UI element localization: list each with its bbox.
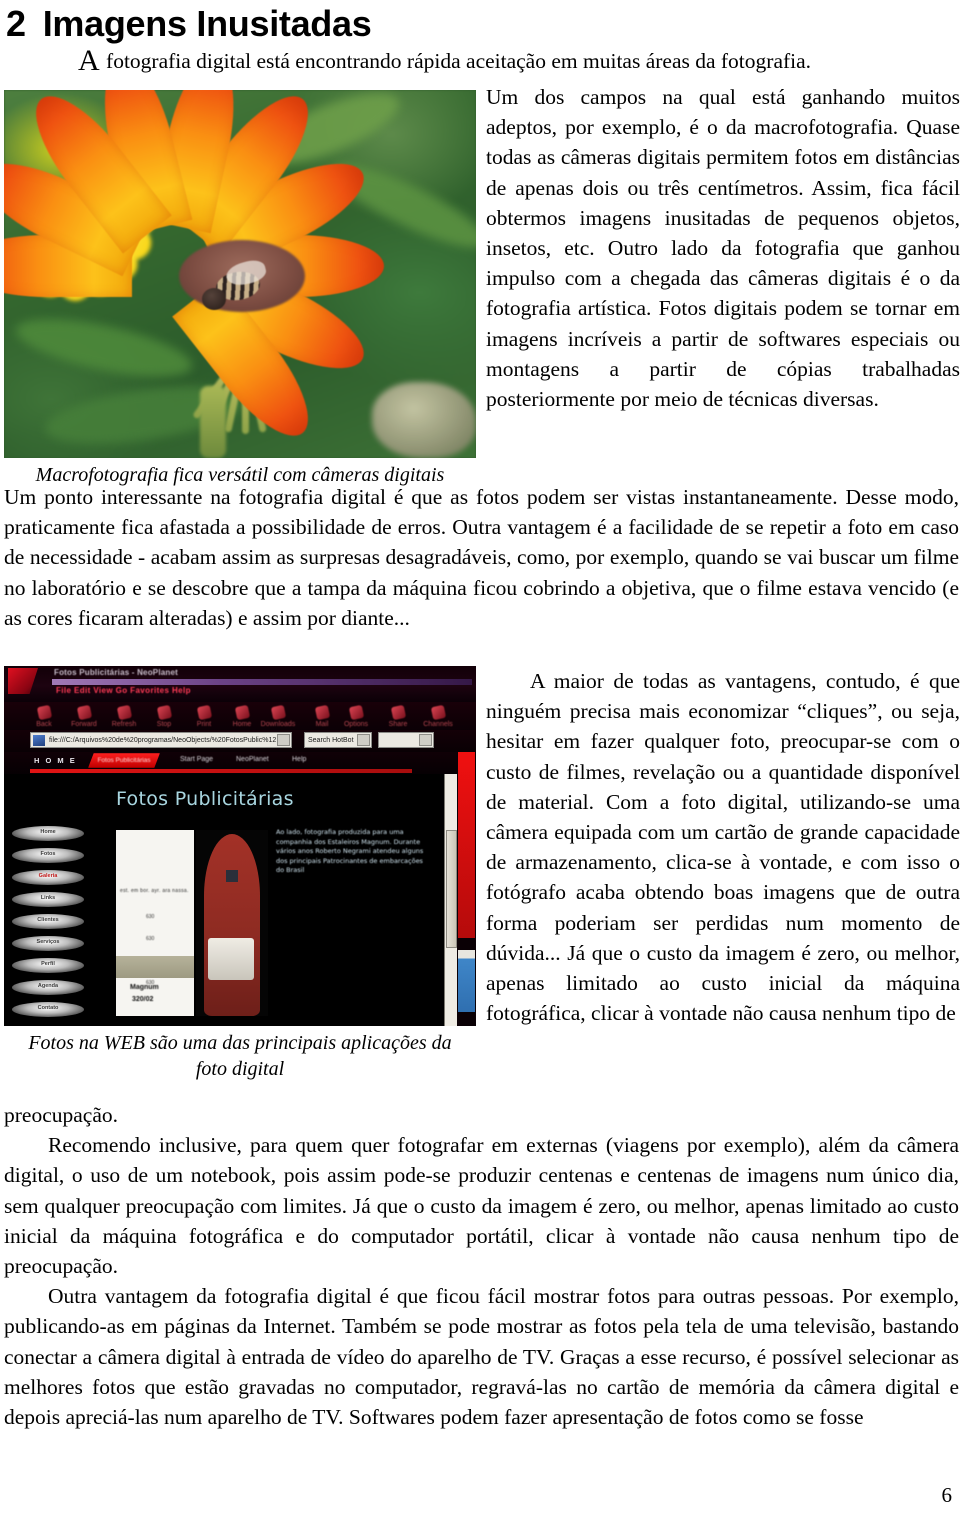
print-icon <box>196 704 212 721</box>
drop-cap: A <box>78 44 101 77</box>
photo-brand-label: Magnum <box>130 984 159 991</box>
flower-photo-image <box>4 90 476 458</box>
mail-icon <box>314 704 330 721</box>
side-panel-red-block <box>458 752 475 938</box>
browser-address-row: file:///C:/Arquivos%20de%20programas/Neo… <box>4 730 476 752</box>
toolbar-button-stop: Stop <box>142 704 186 728</box>
chevron-down-icon <box>277 734 290 746</box>
nav-pill: Agenda <box>12 980 84 995</box>
back-icon <box>36 704 52 721</box>
photo-tick: 630 <box>146 936 155 942</box>
photo-tick: 630 <box>146 914 155 920</box>
web-photo-right-boat <box>196 830 268 1016</box>
toolbar-button-channels: Channels <box>416 704 460 728</box>
figure-macrophotography: Macrofotografia fica versátil com câmera… <box>4 90 476 488</box>
tab-neoplanet: NeoPlanet <box>236 756 269 763</box>
paragraph-block-middle: Um ponto interessante na fotografia digi… <box>4 482 959 633</box>
scrollbar-thumb <box>446 830 457 948</box>
chevron-down-icon <box>419 734 432 746</box>
page-number: 6 <box>941 1483 953 1507</box>
nav-pill: Home <box>12 826 84 841</box>
nav-pill: Perfil <box>12 958 84 973</box>
web-page-side-text: Ao lado, fotografia produzida para uma c… <box>276 828 424 875</box>
toolbar-button-forward: Forward <box>62 704 106 728</box>
intro-paragraph: A fotografia digital está encontrando rá… <box>78 46 958 76</box>
home-label: H O M E <box>34 756 77 765</box>
paragraph: Outra vantagem da fotografia digital é q… <box>4 1284 959 1430</box>
boat-port-window <box>226 870 238 882</box>
browser-toolbar: Back Forward Refresh Stop Print Home Dow… <box>4 702 476 732</box>
column-text-mid-right: A maior de todas as vantagens, contudo, … <box>486 666 960 1028</box>
channels-icon <box>430 704 446 721</box>
tab-start-page: Start Page <box>180 756 214 763</box>
web-page-content: Fotos Publicitárias Home Fotos Galeria L… <box>4 774 444 1026</box>
title-rule <box>52 679 472 685</box>
web-photo-left: est. em bor. ayr. ara nassa. 630 630 821… <box>116 830 194 1016</box>
browser-side-panel <box>457 752 476 1026</box>
side-panel-blue-block <box>458 950 475 1012</box>
toolbar-button-options: Options <box>334 704 378 728</box>
figure-web-screenshot: Fotos Publicitárias - NeoPlanet File Edi… <box>4 666 476 1082</box>
figure-caption-web-line2: foto digital <box>195 1058 285 1080</box>
nav-pill: Links <box>12 892 84 907</box>
figure-caption-web: Fotos na WEB são uma das principais apli… <box>4 1026 476 1082</box>
neoplanet-logo-icon <box>8 668 38 694</box>
paragraph: Recomendo inclusive, para quem quer foto… <box>4 1133 959 1279</box>
address-bar-input: file:///C:/Arquivos%20de%20programas/Neo… <box>30 732 292 748</box>
photo-model-label: 320/02 <box>132 996 154 1003</box>
forward-icon <box>76 704 92 721</box>
intro-text: fotografia digital está encontrando rápi… <box>100 49 812 73</box>
nav-pill: Contato <box>12 1002 84 1017</box>
page-title: 2 Imagens Inusitadas <box>6 2 372 46</box>
paragraph: A maior de todas as vantagens, contudo, … <box>486 669 960 1026</box>
browser-tab-row: H O M E Fotos Publicitárias Start Page N… <box>4 752 476 774</box>
nav-pill-selected: Galeria <box>12 870 84 885</box>
paragraph: Um ponto interessante na fotografia digi… <box>4 485 959 630</box>
toolbar-button-downloads: Downloads <box>256 704 300 728</box>
web-page-heading: Fotos Publicitárias <box>116 788 294 810</box>
section-number: 2 <box>6 3 26 44</box>
toolbar-button-back: Back <box>22 704 66 728</box>
photo-left-text: est. em bor. ayr. ara nassa. <box>120 888 189 894</box>
home-icon <box>234 704 250 721</box>
nav-pill: Serviços <box>12 936 84 951</box>
paragraph-block-bottom: preocupação. Recomendo inclusive, para q… <box>4 1100 959 1432</box>
browser-menu-bar: File Edit View Go Favorites Help <box>56 686 191 695</box>
gear-icon <box>348 704 364 721</box>
document-page: 2 Imagens Inusitadas A fotografia digital… <box>0 0 960 1536</box>
paragraph-tail: preocupação. <box>4 1103 118 1127</box>
nav-pill: Clientes <box>12 914 84 929</box>
refresh-icon <box>116 704 132 721</box>
photo-band <box>116 956 194 978</box>
boat-deck-house <box>208 938 254 980</box>
browser-title-bar: Fotos Publicitárias - NeoPlanet File Edi… <box>4 666 476 702</box>
tab-help: Help <box>292 756 307 763</box>
downloads-icon <box>270 704 286 721</box>
toolbar-button-share: Share <box>376 704 420 728</box>
flower-stem <box>200 386 226 458</box>
boat-hull <box>204 834 260 1016</box>
search-input: Search HotBot <box>304 732 372 748</box>
blurred-rock <box>372 382 476 458</box>
chevron-down-icon <box>357 734 370 746</box>
share-icon <box>390 704 406 721</box>
search-engine-combo <box>378 732 434 748</box>
browser-screenshot-image: Fotos Publicitárias - NeoPlanet File Edi… <box>4 666 476 1026</box>
column-text-top-right: Um dos campos na qual está ganhando muit… <box>486 82 960 414</box>
tab-active: Fotos Publicitárias <box>88 753 160 768</box>
toolbar-button-refresh: Refresh <box>102 704 146 728</box>
vertical-scrollbar <box>444 774 458 1026</box>
bee-insect <box>200 257 270 316</box>
figure-caption-web-line1: Fotos na WEB são uma das principais apli… <box>28 1032 452 1054</box>
section-title-text: Imagens Inusitadas <box>42 3 372 44</box>
tab-underline <box>30 769 412 773</box>
paragraph: Um dos campos na qual está ganhando muit… <box>486 85 960 412</box>
nav-pill: Fotos <box>12 848 84 863</box>
stop-icon <box>156 704 172 721</box>
browser-window-title: Fotos Publicitárias - NeoPlanet <box>54 668 179 677</box>
